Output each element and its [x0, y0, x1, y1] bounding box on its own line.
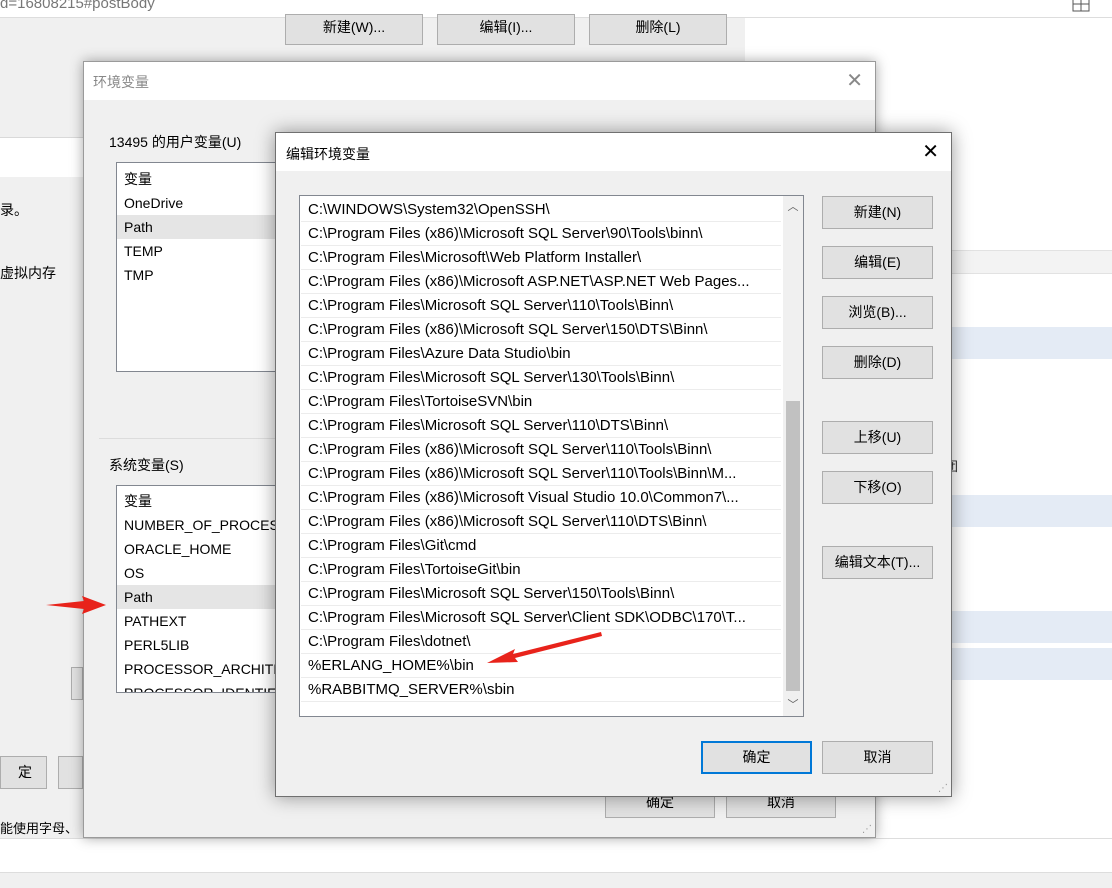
scrollbar-thumb[interactable]	[786, 401, 800, 691]
bg-new-button[interactable]: 新建(W)...	[285, 14, 423, 45]
bg-tab-strip	[0, 137, 83, 177]
list-item[interactable]: PATHEXT	[117, 609, 285, 633]
annotation-arrow-icon	[46, 596, 106, 614]
close-icon[interactable]: ✕	[922, 139, 939, 164]
bg-edit-button[interactable]: 编辑(I)...	[437, 14, 575, 45]
list-item[interactable]: OS	[117, 561, 285, 585]
path-list-item[interactable]: C:\WINDOWS\System32\OpenSSH\	[301, 198, 781, 222]
path-list-item[interactable]: C:\Program Files (x86)\Microsoft Visual …	[301, 486, 781, 510]
path-list-item[interactable]: C:\Program Files (x86)\Microsoft SQL Ser…	[301, 222, 781, 246]
list-item-selected[interactable]: Path	[117, 585, 285, 609]
bg-ok-button[interactable]: 定	[0, 756, 47, 789]
system-vars-label: 系统变量(S)	[109, 457, 184, 473]
close-icon[interactable]: ✕	[846, 68, 863, 93]
list-item[interactable]: OneDrive	[117, 191, 285, 215]
path-list-item[interactable]: C:\Program Files\Microsoft\Web Platform …	[301, 246, 781, 270]
system-vars-list[interactable]: 变量 NUMBER_OF_PROCESSORS ORACLE_HOME OS P…	[116, 485, 286, 693]
path-list-item[interactable]: C:\Program Files\Microsoft SQL Server\11…	[301, 414, 781, 438]
scroll-down-icon[interactable]: ﹀	[783, 696, 803, 714]
path-list-item[interactable]: C:\Program Files (x86)\Microsoft SQL Ser…	[301, 318, 781, 342]
env-dialog-titlebar: 环境变量 ✕	[84, 62, 875, 100]
bg-hint-text: 能使用字母、	[0, 821, 79, 836]
path-list-item[interactable]: %RABBITMQ_SERVER%\sbin	[301, 678, 781, 702]
list-item[interactable]: ORACLE_HOME	[117, 537, 285, 561]
cancel-button[interactable]: 取消	[822, 741, 933, 774]
url-text[interactable]: d=16808215#postBody	[0, 0, 155, 12]
edit-env-var-dialog: 编辑环境变量 ✕ ︿ ﹀ C:\WINDOWS\System32\OpenSSH…	[275, 132, 952, 797]
scroll-up-icon[interactable]: ︿	[783, 198, 803, 216]
list-item[interactable]: PROCESSOR_ARCHITECTURE	[117, 657, 285, 681]
resize-grip-icon[interactable]: ⋰	[862, 824, 872, 835]
divider	[99, 438, 299, 439]
path-list-item[interactable]: C:\Program Files (x86)\Microsoft SQL Ser…	[301, 510, 781, 534]
edit-text-button[interactable]: 编辑文本(T)...	[822, 546, 933, 579]
edit-dialog-title: 编辑环境变量	[286, 146, 370, 162]
status-strip	[0, 872, 1112, 888]
new-button[interactable]: 新建(N)	[822, 196, 933, 229]
list-item[interactable]: TMP	[117, 263, 285, 287]
move-down-button[interactable]: 下移(O)	[822, 471, 933, 504]
path-list-item[interactable]: C:\Program Files\TortoiseGit\bin	[301, 558, 781, 582]
list-item[interactable]: TEMP	[117, 239, 285, 263]
ok-button[interactable]: 确定	[701, 741, 812, 774]
edit-dialog-titlebar: 编辑环境变量 ✕	[276, 133, 951, 171]
path-list-item[interactable]: C:\Program Files\Microsoft SQL Server\11…	[301, 294, 781, 318]
browse-button[interactable]: 浏览(B)...	[822, 296, 933, 329]
path-list-item[interactable]: C:\Program Files\Azure Data Studio\bin	[301, 342, 781, 366]
path-list-item[interactable]: C:\Program Files (x86)\Microsoft ASP.NET…	[301, 270, 781, 294]
list-item-selected[interactable]: Path	[117, 215, 285, 239]
delete-button[interactable]: 删除(D)	[822, 346, 933, 379]
path-list-item[interactable]: C:\Program Files (x86)\Microsoft SQL Ser…	[301, 438, 781, 462]
bg-text-2: 虚拟内存	[0, 265, 56, 281]
edit-button[interactable]: 编辑(E)	[822, 246, 933, 279]
list-item[interactable]: PERL5LIB	[117, 633, 285, 657]
grid-icon[interactable]	[1072, 0, 1092, 12]
annotation-arrow-icon	[487, 632, 602, 663]
list-item[interactable]: NUMBER_OF_PROCESSORS	[117, 513, 285, 537]
move-up-button[interactable]: 上移(U)	[822, 421, 933, 454]
list-item[interactable]: PROCESSOR_IDENTIFIER	[117, 681, 285, 692]
resize-grip-icon[interactable]: ⋰	[938, 783, 948, 794]
list-header: 变量	[124, 171, 152, 187]
bg-button[interactable]	[71, 667, 83, 700]
path-list-item[interactable]: C:\Program Files\Microsoft SQL Server\15…	[301, 582, 781, 606]
user-vars-list[interactable]: 变量 OneDrive Path TEMP TMP	[116, 162, 286, 372]
path-list-item[interactable]: C:\Program Files\Git\cmd	[301, 534, 781, 558]
path-list-item[interactable]: C:\Program Files\Microsoft SQL Server\Cl…	[301, 606, 781, 630]
env-dialog-title: 环境变量	[93, 74, 149, 90]
bg-text-1: 录。	[0, 202, 28, 218]
list-header: 变量	[124, 493, 152, 509]
vertical-scrollbar[interactable]: ︿ ﹀	[783, 196, 803, 716]
bg-delete-button[interactable]: 删除(L)	[589, 14, 727, 45]
user-vars-label: 13495 的用户变量(U)	[109, 134, 242, 150]
path-list-item[interactable]: C:\Program Files\TortoiseSVN\bin	[301, 390, 781, 414]
bg-cancel-button[interactable]	[58, 756, 83, 789]
path-list-item[interactable]: C:\Program Files\Microsoft SQL Server\13…	[301, 366, 781, 390]
path-list-item[interactable]: C:\Program Files (x86)\Microsoft SQL Ser…	[301, 462, 781, 486]
